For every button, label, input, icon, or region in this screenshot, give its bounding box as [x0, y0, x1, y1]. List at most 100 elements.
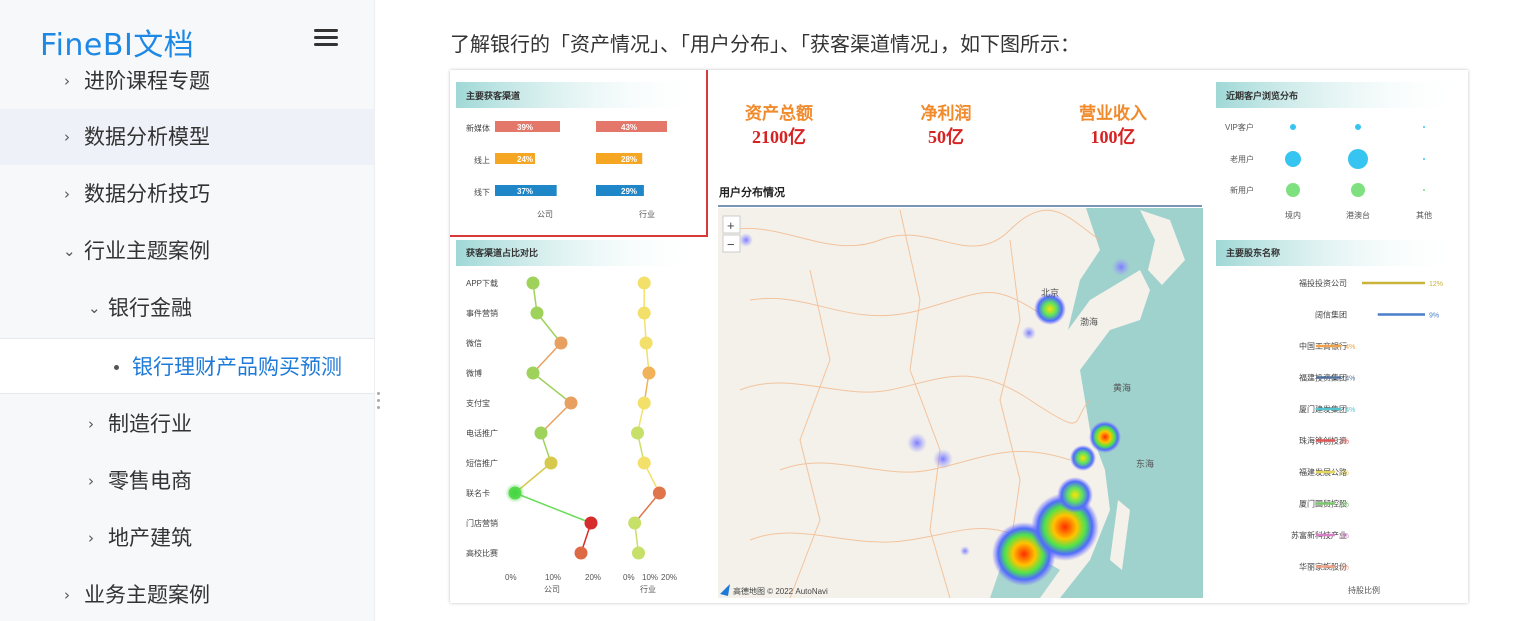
chevron-right-icon: ›	[88, 529, 94, 547]
kpi-label: 营业收入	[1079, 103, 1147, 123]
sidebar-item-label: 地产建筑	[108, 526, 192, 550]
kpi-value: 100亿	[1091, 126, 1136, 147]
ratio-point-industry	[637, 396, 651, 410]
channel-value-industry: 43%	[621, 123, 637, 132]
kpi-value: 50亿	[928, 126, 964, 147]
channels-panel: 主要获客渠道 新媒体 39% 43% 线上 24% 28% 线下 37% 29% 公司 行业	[456, 82, 702, 219]
browse-row-label: VIP客户	[1225, 122, 1254, 132]
map-label-donghai: 东海	[1136, 458, 1154, 469]
holder-pct: 3%	[1339, 565, 1349, 572]
channels-col-company: 公司	[537, 210, 553, 219]
ratio-xtick-industry: 0%	[623, 573, 635, 582]
holder-pct: 4%	[1345, 344, 1355, 351]
ratio-xtick-company: 10%	[545, 573, 561, 582]
sidebar-item-banking[interactable]: ⌄ 银行金融	[0, 280, 374, 336]
ratio-point-industry	[637, 306, 651, 320]
resize-handle[interactable]	[377, 392, 381, 412]
sidebar-item-bank-product-prediction[interactable]: 银行理财产品购买预测	[0, 338, 374, 394]
ratio-point-company	[584, 516, 598, 530]
ratio-point-company	[526, 366, 540, 380]
browse-bubble	[1423, 126, 1425, 128]
browse-panel: 近期客户浏览分布 VIP客户老用户新用户境内 港澳台 其他	[1216, 82, 1462, 220]
kpi-label: 资产总额	[745, 103, 813, 123]
map-label-bohai: 渤海	[1080, 316, 1098, 327]
holder-pct: 12%	[1429, 281, 1443, 288]
menu-icon[interactable]	[314, 29, 338, 49]
sidebar-item-label: 银行金融	[108, 296, 192, 320]
sidebar-item-label: 进阶课程专题	[84, 69, 210, 93]
ratio-point-industry	[652, 486, 666, 500]
chevron-right-icon: ›	[64, 185, 70, 203]
holder-pct: 4%	[1345, 376, 1355, 383]
ratio-glow	[505, 483, 525, 503]
dashboard-image: 主要获客渠道 新媒体 39% 43% 线上 24% 28% 线下 37% 29% 公司 行业 资…	[450, 70, 1468, 603]
browse-col-label: 境内	[1285, 210, 1301, 220]
channels-col-industry: 行业	[639, 209, 655, 219]
map-credit: 高德地图 © 2022 AutoNavi	[733, 586, 828, 596]
browse-bubble	[1285, 151, 1301, 167]
map-label-beijing: 北京	[1041, 287, 1059, 298]
sidebar-item-label: 零售电商	[108, 469, 192, 493]
ratio-point-company	[544, 456, 558, 470]
ratio-category: APP下载	[466, 278, 498, 288]
ratio-point-company	[526, 276, 540, 290]
browse-bubble	[1355, 124, 1361, 130]
sidebar-item-data-skills[interactable]: › 数据分析技巧	[0, 166, 374, 222]
ratio-axis-company: 公司	[544, 585, 560, 594]
browse-col-label: 港澳台	[1346, 210, 1370, 220]
ratio-category: 高校比赛	[466, 548, 498, 558]
channel-name: 线下	[474, 187, 490, 197]
browse-title: 近期客户浏览分布	[1226, 90, 1298, 101]
zoom-in-button[interactable]: +	[722, 215, 741, 234]
browse-row-label: 新用户	[1230, 185, 1254, 195]
channels-title: 主要获客渠道	[466, 90, 520, 101]
ratio-line-company	[514, 492, 592, 524]
ratio-point-industry	[642, 366, 656, 380]
holders-panel: 主要股东名称 福投投资公司12%阔信集团9%中国工商银行4%福建投资集团4%厦门…	[1216, 240, 1462, 595]
sidebar-item-industry-cases[interactable]: ⌄ 行业主题案例	[0, 223, 374, 279]
map-label-huanghai: 黄海	[1113, 382, 1131, 393]
ratio-category: 短信推广	[466, 458, 498, 468]
sidebar-item-real-estate[interactable]: › 地产建筑	[0, 510, 374, 566]
kpi-group: 资产总额 2100亿 净利润 50亿 营业收入 100亿	[745, 103, 1147, 147]
channel-value-company: 37%	[517, 187, 533, 196]
intro-text: 了解银行的「资产情况」、「用户分布」、「获客渠道情况」，如下图所示：	[450, 32, 1080, 56]
ratio-point-industry	[637, 276, 651, 290]
ratio-point-industry	[637, 456, 651, 470]
channel-value-company: 39%	[517, 123, 533, 132]
sidebar-item-manufacturing[interactable]: › 制造行业	[0, 396, 374, 452]
sidebar-item-data-models[interactable]: › 数据分析模型	[0, 109, 374, 165]
channel-value-industry: 28%	[621, 155, 637, 164]
ratio-category: 电话推广	[466, 428, 498, 438]
sidebar-item-retail[interactable]: › 零售电商	[0, 453, 374, 509]
sidebar-item-label: 制造行业	[108, 412, 192, 436]
zoom-out-button[interactable]: −	[722, 234, 741, 253]
ratio-point-company	[564, 396, 578, 410]
browse-bubble	[1348, 149, 1368, 169]
sidebar-item-advanced-courses[interactable]: › 进阶课程专题	[0, 53, 374, 109]
ratio-title: 获客渠道占比对比	[466, 247, 538, 258]
holder-pct: 3%	[1339, 533, 1349, 540]
ratio-category: 支付宝	[466, 398, 490, 408]
browse-bubble	[1423, 189, 1425, 191]
channel-value-company: 24%	[517, 155, 533, 164]
browse-bubble	[1351, 183, 1365, 197]
chevron-right-icon: ›	[64, 128, 70, 146]
ratio-xtick-company: 0%	[505, 573, 517, 582]
ratio-xtick-industry: 10%	[642, 573, 658, 582]
holders-title: 主要股东名称	[1226, 247, 1280, 258]
heat-shanghai	[1089, 421, 1121, 453]
sidebar-item-label: 数据分析模型	[84, 125, 210, 149]
holder-pct: 9%	[1429, 313, 1439, 320]
chevron-right-icon: ›	[64, 72, 70, 90]
chevron-down-icon: ⌄	[63, 242, 76, 260]
chevron-right-icon: ›	[64, 586, 70, 604]
channel-name: 新媒体	[466, 123, 490, 133]
ratio-point-company	[534, 426, 548, 440]
ratio-point-company	[574, 546, 588, 560]
sidebar-item-business-cases[interactable]: › 业务主题案例	[0, 567, 374, 621]
chevron-right-icon: ›	[88, 415, 94, 433]
holder-name: 福投投资公司	[1299, 278, 1347, 288]
sidebar-item-label: 业务主题案例	[84, 583, 210, 607]
ratio-category: 微博	[466, 368, 482, 378]
